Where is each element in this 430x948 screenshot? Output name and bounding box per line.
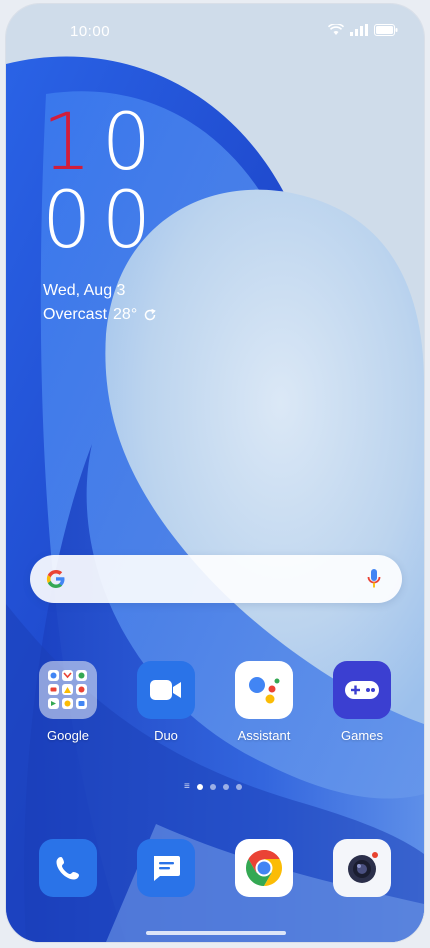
date-label: Wed, Aug 3: [43, 282, 126, 299]
google-g-icon: [46, 570, 65, 588]
assistant-icon: [235, 661, 293, 719]
app-games[interactable]: Games: [317, 661, 407, 743]
app-assistant[interactable]: Assistant: [219, 661, 309, 743]
menu-lines-icon: ≡: [184, 781, 190, 792]
page-indicator[interactable]: ≡: [184, 781, 242, 792]
status-icons: [328, 24, 398, 36]
phone-icon: [39, 839, 97, 897]
app-label: Games: [341, 728, 383, 743]
app-label: Google: [47, 728, 89, 743]
mic-icon[interactable]: [366, 567, 382, 591]
wifi-icon: [328, 24, 344, 35]
battery-icon: [374, 24, 398, 36]
home-indicator[interactable]: [146, 931, 286, 935]
clock-hour-first-digit: 1: [42, 98, 102, 188]
app-duo[interactable]: Duo: [121, 661, 211, 743]
weather-widget[interactable]: Overcast 28°: [43, 306, 157, 324]
dock-camera[interactable]: [317, 839, 407, 897]
page-dot-active: [196, 784, 203, 790]
dock-messages[interactable]: [121, 839, 211, 897]
clock-hour-second-digit: 0: [101, 98, 162, 188]
weather-temperature: 28°: [113, 306, 138, 323]
google-search-bar[interactable]: [30, 555, 402, 603]
clock-hour: 10: [42, 104, 161, 182]
messages-icon: [137, 839, 195, 897]
phone-screen: 10:00 10 00 Wed, Aug 3 Overcast 28° Goog…: [6, 4, 424, 942]
clock-minutes: 00: [42, 176, 162, 266]
page-dot: [209, 784, 216, 790]
camera-icon: [333, 839, 391, 897]
status-bar: 10:00: [6, 4, 424, 56]
page-dot: [235, 784, 242, 790]
clock-widget[interactable]: 10 00: [42, 104, 161, 260]
dock-chrome[interactable]: [219, 839, 309, 897]
app-label: Assistant: [237, 728, 291, 743]
dock-phone[interactable]: [23, 839, 113, 897]
chrome-icon: [235, 839, 293, 897]
app-label: Duo: [154, 728, 178, 743]
google-folder-icon: [39, 661, 97, 719]
weather-condition: Overcast: [43, 306, 108, 323]
duo-video-icon: [137, 661, 195, 719]
page-dot: [222, 784, 229, 790]
status-time: 10:00: [70, 23, 111, 40]
refresh-icon: [144, 308, 156, 321]
signal-icon: [350, 24, 368, 36]
app-google[interactable]: Google: [23, 661, 113, 743]
gamepad-icon: [333, 661, 391, 719]
